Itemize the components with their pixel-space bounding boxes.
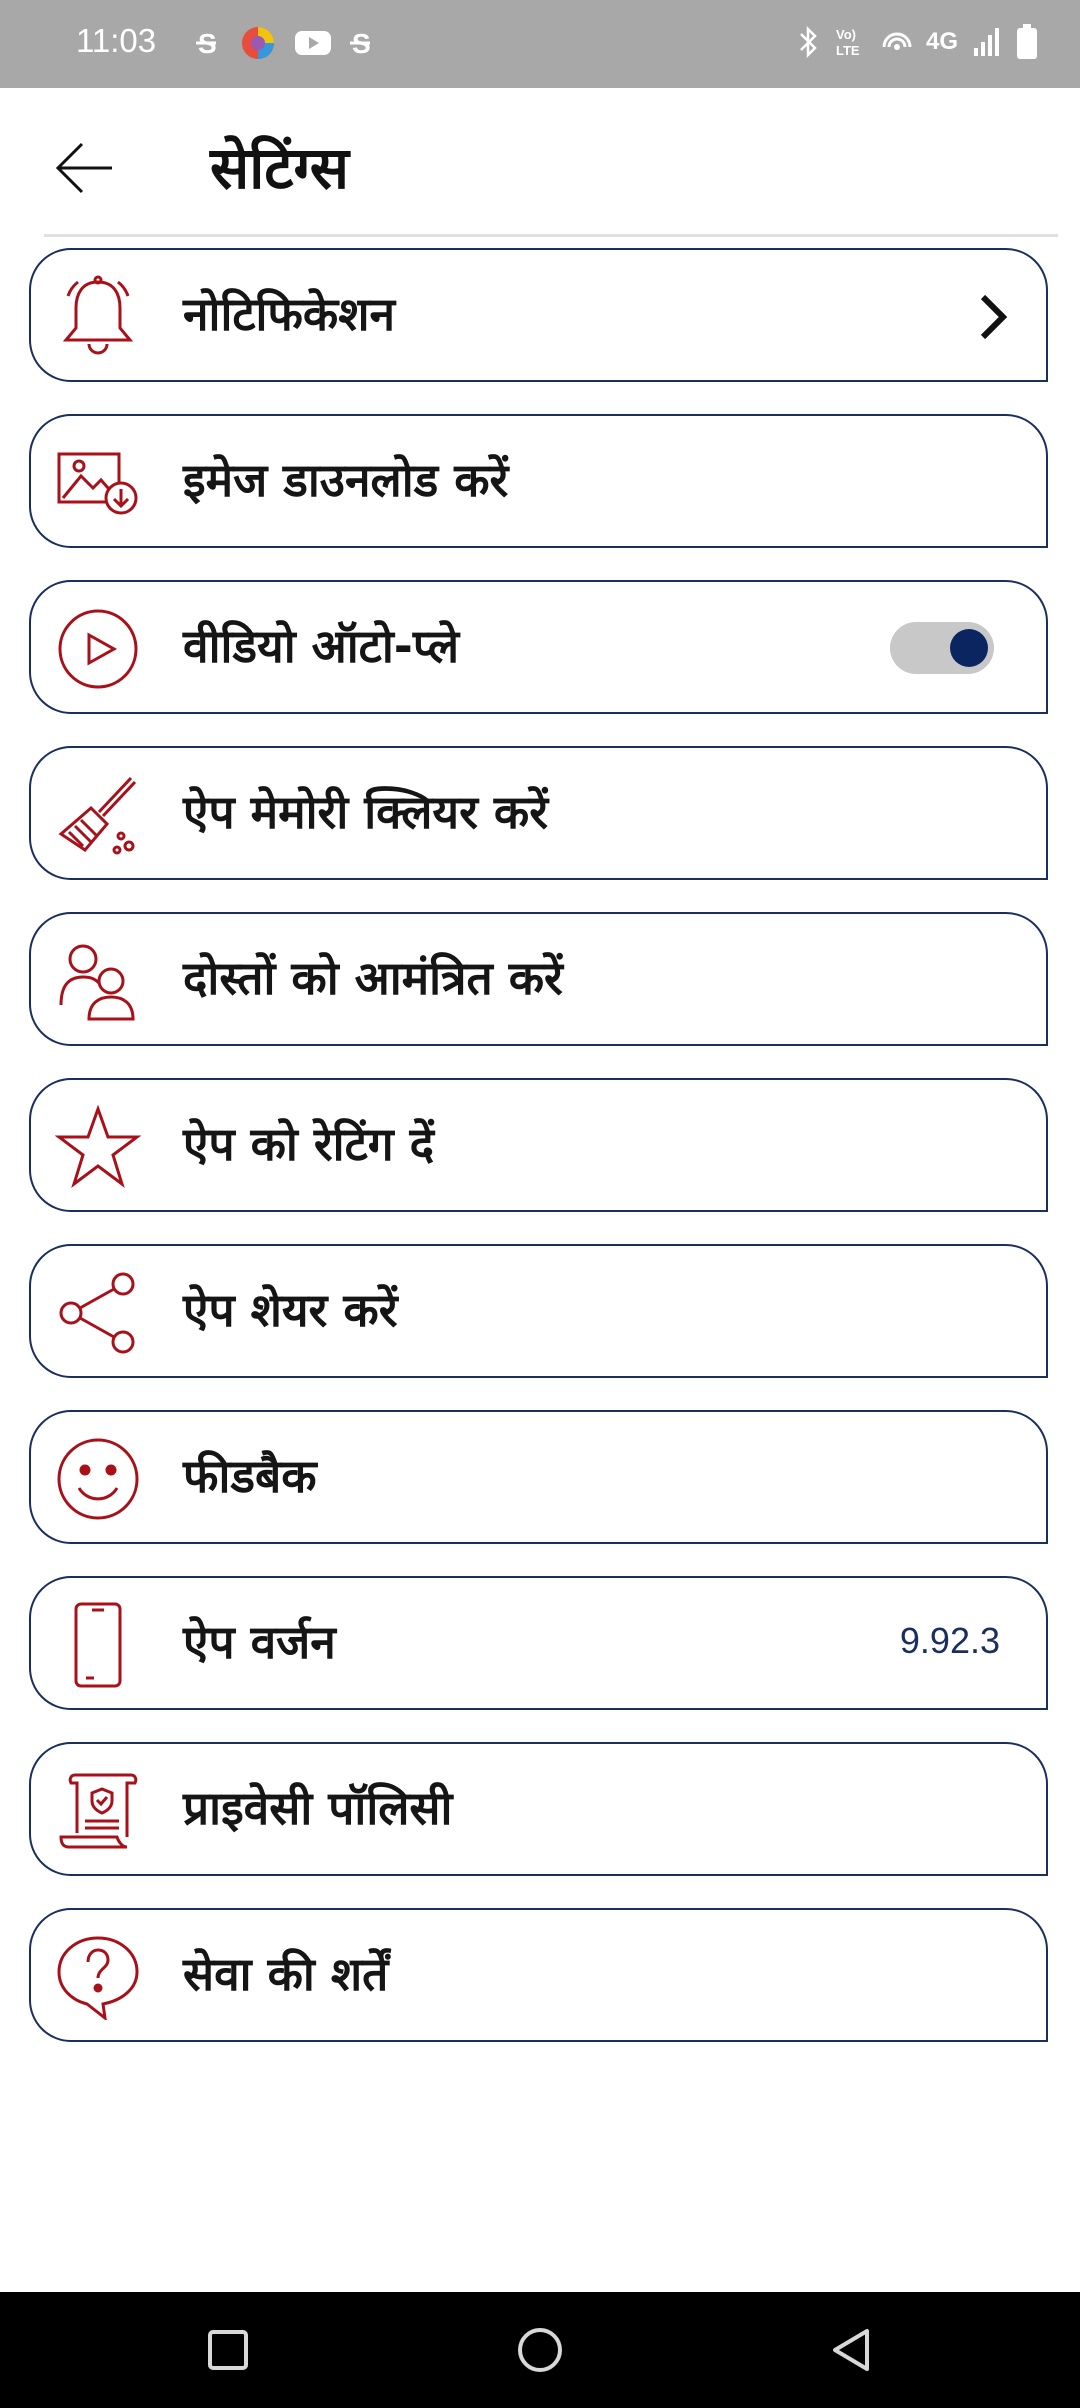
document-shield-icon (53, 1766, 143, 1856)
share-icon (53, 1268, 143, 1358)
app-header: सेटिंग्स (0, 88, 1080, 238)
back-triangle-icon (833, 2329, 869, 2371)
home-button[interactable] (504, 2314, 576, 2386)
autoplay-toggle[interactable] (890, 622, 994, 674)
broom-icon (53, 770, 143, 860)
setting-notifications[interactable]: नोटिफिकेशन (29, 248, 1048, 382)
bluetooth-icon (800, 25, 817, 59)
setting-label: नोटिफिकेशन (183, 287, 396, 341)
setting-share-app[interactable]: ऐप शेयर करें (29, 1244, 1048, 1378)
setting-clear-memory[interactable]: ऐप मेमोरी क्लियर करें (29, 746, 1048, 880)
sim-icon: S (350, 28, 371, 59)
toggle-knob (950, 629, 988, 667)
setting-video-autoplay[interactable]: वीडियो ऑटो-प्ले (29, 580, 1048, 714)
people-icon (53, 936, 143, 1026)
header-divider (44, 234, 1058, 237)
smiley-icon (53, 1434, 143, 1524)
status-bar: 11:03 S S Vo) LTE 4G (0, 0, 1080, 88)
page-title: सेटिंग्स (210, 134, 349, 202)
recents-square-icon (208, 2330, 248, 2370)
back-nav-button[interactable] (816, 2314, 888, 2386)
svg-text:Vo): Vo) (836, 27, 856, 42)
star-icon (53, 1102, 143, 1192)
system-nav-bar (0, 2292, 1080, 2408)
status-time: 11:03 (76, 22, 157, 59)
network-type: 4G (925, 28, 958, 55)
setting-label: प्राइवेसी पॉलिसी (183, 1781, 453, 1835)
arrow-left-icon (55, 142, 112, 194)
sim-icon: S (196, 28, 217, 59)
setting-label: दोस्तों को आमंत्रित करें (183, 951, 563, 1005)
question-bubble-icon (53, 1932, 143, 2022)
status-system-icons: Vo) LTE 4G (796, 24, 1038, 60)
setting-image-download[interactable]: इमेज डाउनलोड करें (29, 414, 1048, 548)
setting-app-version[interactable]: ऐप वर्जन 9.92.3 (29, 1576, 1048, 1710)
bell-icon (53, 272, 143, 362)
setting-terms-of-service[interactable]: सेवा की शर्तें (29, 1908, 1048, 2042)
hotspot-icon (882, 32, 912, 50)
chevron-right-icon (968, 290, 1018, 344)
home-circle-icon (518, 2328, 562, 2372)
setting-label: ऐप को रेटिंग दें (183, 1117, 435, 1171)
setting-label: ऐप शेयर करें (183, 1283, 398, 1337)
svg-text:LTE: LTE (836, 43, 860, 58)
setting-label: ऐप वर्जन (183, 1615, 336, 1669)
setting-label: वीडियो ऑटो-प्ले (183, 619, 460, 673)
phone-icon (53, 1600, 143, 1690)
setting-feedback[interactable]: फीडबैक (29, 1410, 1048, 1544)
setting-privacy-policy[interactable]: प्राइवेसी पॉलिसी (29, 1742, 1048, 1876)
setting-label: फीडबैक (183, 1449, 317, 1503)
play-icon (53, 604, 143, 694)
setting-label: ऐप मेमोरी क्लियर करें (183, 785, 549, 839)
signal-icon (974, 28, 999, 56)
setting-invite-friends[interactable]: दोस्तों को आमंत्रित करें (29, 912, 1048, 1046)
battery-icon (1017, 24, 1037, 59)
volte-icon: Vo) LTE (836, 27, 860, 58)
recents-button[interactable] (192, 2314, 264, 2386)
image-download-icon (53, 438, 143, 528)
setting-label: इमेज डाउनलोड करें (183, 453, 509, 507)
setting-rate-app[interactable]: ऐप को रेटिंग दें (29, 1078, 1048, 1212)
back-button[interactable] (44, 128, 124, 208)
setting-label: सेवा की शर्तें (183, 1947, 389, 2001)
app-version-value: 9.92.3 (899, 1620, 1000, 1661)
status-notification-icons: S S (196, 25, 376, 61)
browser-icon (242, 27, 274, 59)
youtube-icon (295, 31, 331, 55)
